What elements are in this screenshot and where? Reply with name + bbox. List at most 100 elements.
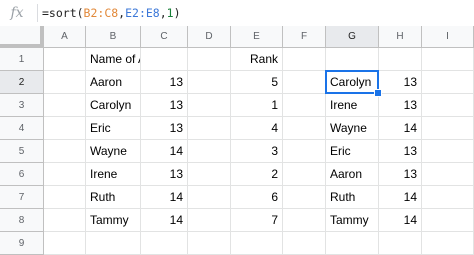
cell-a3[interactable] — [44, 94, 86, 117]
column-header-a[interactable]: A — [44, 26, 86, 48]
row-header-1[interactable]: 1 — [0, 48, 44, 71]
row-header-7[interactable]: 7 — [0, 186, 44, 209]
cell-c9[interactable] — [141, 232, 188, 255]
cell-i2[interactable] — [422, 71, 474, 94]
cell-c5[interactable]: 14 — [141, 140, 188, 163]
cell-i7[interactable] — [422, 186, 474, 209]
cell-d8[interactable] — [188, 209, 231, 232]
cell-h6[interactable]: 13 — [379, 163, 422, 186]
cell-b4[interactable]: Eric — [86, 117, 141, 140]
column-header-f[interactable]: F — [283, 26, 326, 48]
cell-a1[interactable] — [44, 48, 86, 71]
cell-e3[interactable]: 1 — [231, 94, 283, 117]
cell-b7[interactable]: Ruth — [86, 186, 141, 209]
cell-i5[interactable] — [422, 140, 474, 163]
cell-h1[interactable] — [379, 48, 422, 71]
cell-f2[interactable] — [283, 71, 326, 94]
cell-g8[interactable]: Tammy — [326, 209, 379, 232]
row-header-5[interactable]: 5 — [0, 140, 44, 163]
cell-d3[interactable] — [188, 94, 231, 117]
row-header-4[interactable]: 4 — [0, 117, 44, 140]
cell-d7[interactable] — [188, 186, 231, 209]
cell-b9[interactable] — [86, 232, 141, 255]
cell-i9[interactable] — [422, 232, 474, 255]
cell-f3[interactable] — [283, 94, 326, 117]
cell-i4[interactable] — [422, 117, 474, 140]
cell-g1[interactable] — [326, 48, 379, 71]
cell-c1[interactable] — [141, 48, 188, 71]
cell-f1[interactable] — [283, 48, 326, 71]
cell-h8[interactable]: 14 — [379, 209, 422, 232]
cell-g4[interactable]: Wayne — [326, 117, 379, 140]
cell-i1[interactable] — [422, 48, 474, 71]
cell-d6[interactable] — [188, 163, 231, 186]
cell-i8[interactable] — [422, 209, 474, 232]
cell-a4[interactable] — [44, 117, 86, 140]
cell-d4[interactable] — [188, 117, 231, 140]
cell-c8[interactable]: 14 — [141, 209, 188, 232]
cell-g5[interactable]: Eric — [326, 140, 379, 163]
cell-a7[interactable] — [44, 186, 86, 209]
row-header-9[interactable]: 9 — [0, 232, 44, 255]
cell-h2[interactable]: 13 — [379, 71, 422, 94]
column-header-i[interactable]: I — [422, 26, 474, 48]
cell-e2[interactable]: 5 — [231, 71, 283, 94]
cell-a9[interactable] — [44, 232, 86, 255]
cell-f5[interactable] — [283, 140, 326, 163]
cell-a2[interactable] — [44, 71, 86, 94]
cell-f8[interactable] — [283, 209, 326, 232]
column-header-e[interactable]: E — [231, 26, 283, 48]
row-header-2[interactable]: 2 — [0, 71, 44, 94]
cell-b1[interactable]: Name of Age — [86, 48, 141, 71]
cell-a6[interactable] — [44, 163, 86, 186]
cell-h9[interactable] — [379, 232, 422, 255]
cell-f6[interactable] — [283, 163, 326, 186]
column-header-d[interactable]: D — [188, 26, 231, 48]
cell-h4[interactable]: 14 — [379, 117, 422, 140]
column-header-h[interactable]: H — [379, 26, 422, 48]
cell-a5[interactable] — [44, 140, 86, 163]
cell-e1[interactable]: Rank — [231, 48, 283, 71]
cell-c3[interactable]: 13 — [141, 94, 188, 117]
row-header-8[interactable]: 8 — [0, 209, 44, 232]
cell-e9[interactable] — [231, 232, 283, 255]
cell-d5[interactable] — [188, 140, 231, 163]
row-header-6[interactable]: 6 — [0, 163, 44, 186]
cell-e8[interactable]: 7 — [231, 209, 283, 232]
select-all-corner[interactable] — [0, 26, 44, 48]
cell-e5[interactable]: 3 — [231, 140, 283, 163]
cell-b2[interactable]: Aaron — [86, 71, 141, 94]
cell-h5[interactable]: 13 — [379, 140, 422, 163]
cell-i3[interactable] — [422, 94, 474, 117]
cell-b6[interactable]: Irene — [86, 163, 141, 186]
cell-g2[interactable]: Carolyn — [326, 71, 379, 94]
column-header-b[interactable]: B — [86, 26, 141, 48]
cell-c7[interactable]: 14 — [141, 186, 188, 209]
cell-g6[interactable]: Aaron — [326, 163, 379, 186]
cell-e7[interactable]: 6 — [231, 186, 283, 209]
cell-b8[interactable]: Tammy — [86, 209, 141, 232]
cell-c6[interactable]: 13 — [141, 163, 188, 186]
cell-g7[interactable]: Ruth — [326, 186, 379, 209]
cell-e6[interactable]: 2 — [231, 163, 283, 186]
column-header-g[interactable]: G — [326, 26, 379, 48]
cell-c4[interactable]: 13 — [141, 117, 188, 140]
cell-f7[interactable] — [283, 186, 326, 209]
cell-a8[interactable] — [44, 209, 86, 232]
cell-d9[interactable] — [188, 232, 231, 255]
cell-b3[interactable]: Carolyn — [86, 94, 141, 117]
fill-handle[interactable] — [374, 89, 382, 97]
cell-b5[interactable]: Wayne — [86, 140, 141, 163]
cell-c2[interactable]: 13 — [141, 71, 188, 94]
cell-f4[interactable] — [283, 117, 326, 140]
cell-f9[interactable] — [283, 232, 326, 255]
cell-d1[interactable] — [188, 48, 231, 71]
row-header-3[interactable]: 3 — [0, 94, 44, 117]
cell-d2[interactable] — [188, 71, 231, 94]
cell-h3[interactable]: 13 — [379, 94, 422, 117]
cell-g9[interactable] — [326, 232, 379, 255]
cell-i6[interactable] — [422, 163, 474, 186]
formula-input[interactable]: =sort(B2:C8,E2:E8,1) — [42, 4, 181, 22]
column-header-c[interactable]: C — [141, 26, 188, 48]
cell-e4[interactable]: 4 — [231, 117, 283, 140]
